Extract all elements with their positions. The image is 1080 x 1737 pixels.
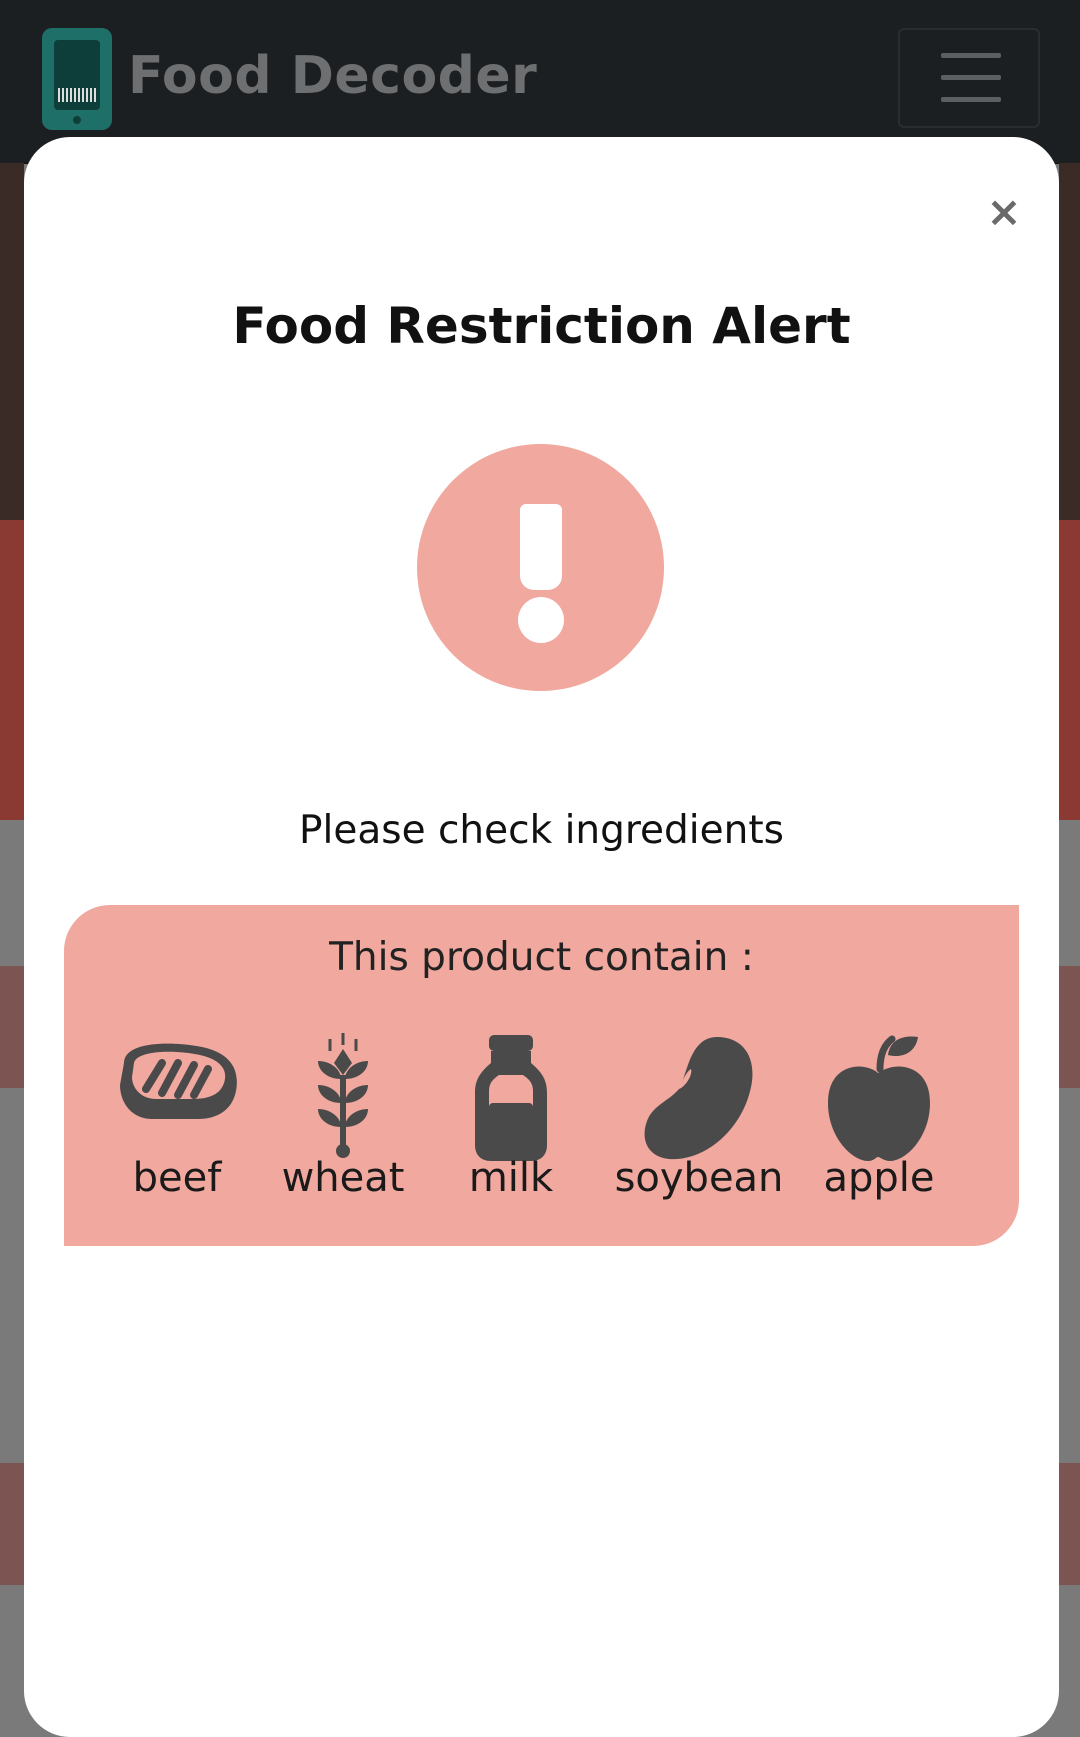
background-meat-image bbox=[0, 520, 24, 820]
bean-icon bbox=[644, 1037, 753, 1160]
steak-icon bbox=[120, 1043, 237, 1119]
close-button[interactable]: × bbox=[979, 187, 1029, 237]
modal-title: Food Restriction Alert bbox=[232, 297, 851, 355]
food-decoder-logo-icon bbox=[42, 28, 112, 130]
contained-ingredients-panel: This product contain : beef wheat milk s… bbox=[64, 905, 1019, 1246]
brand-title: Food Decoder bbox=[128, 46, 538, 106]
milk-bottle-icon bbox=[475, 1035, 547, 1161]
ingredient-milk: milk bbox=[426, 1033, 596, 1213]
ingredient-label: apple bbox=[823, 1155, 935, 1201]
ingredient-label: wheat bbox=[281, 1155, 405, 1201]
ingredient-wheat: wheat bbox=[258, 1033, 428, 1213]
background-row bbox=[1059, 1463, 1080, 1585]
background-hero-image bbox=[0, 163, 24, 530]
ingredient-label: milk bbox=[468, 1155, 554, 1201]
background-row bbox=[0, 1463, 24, 1585]
ingredient-apple: apple bbox=[794, 1033, 964, 1213]
ingredient-label: beef bbox=[132, 1155, 222, 1201]
background-row bbox=[0, 966, 24, 1088]
food-restriction-modal: × Food Restriction Alert Please check in… bbox=[24, 137, 1059, 1737]
check-ingredients-message: Please check ingredients bbox=[299, 808, 784, 853]
contains-heading: This product contain : bbox=[329, 935, 754, 980]
background-hero-image-right bbox=[1059, 163, 1080, 530]
ingredient-soybean: soybean bbox=[604, 1033, 794, 1213]
background-row bbox=[1059, 966, 1080, 1088]
hamburger-menu-button[interactable] bbox=[898, 28, 1040, 128]
background-meat-image-right bbox=[1059, 520, 1080, 820]
exclamation-alert-icon bbox=[417, 444, 664, 691]
ingredient-label: soybean bbox=[614, 1155, 784, 1201]
ingredient-beef: beef bbox=[92, 1033, 262, 1213]
apple-icon bbox=[828, 1035, 930, 1161]
wheat-icon bbox=[318, 1033, 368, 1158]
